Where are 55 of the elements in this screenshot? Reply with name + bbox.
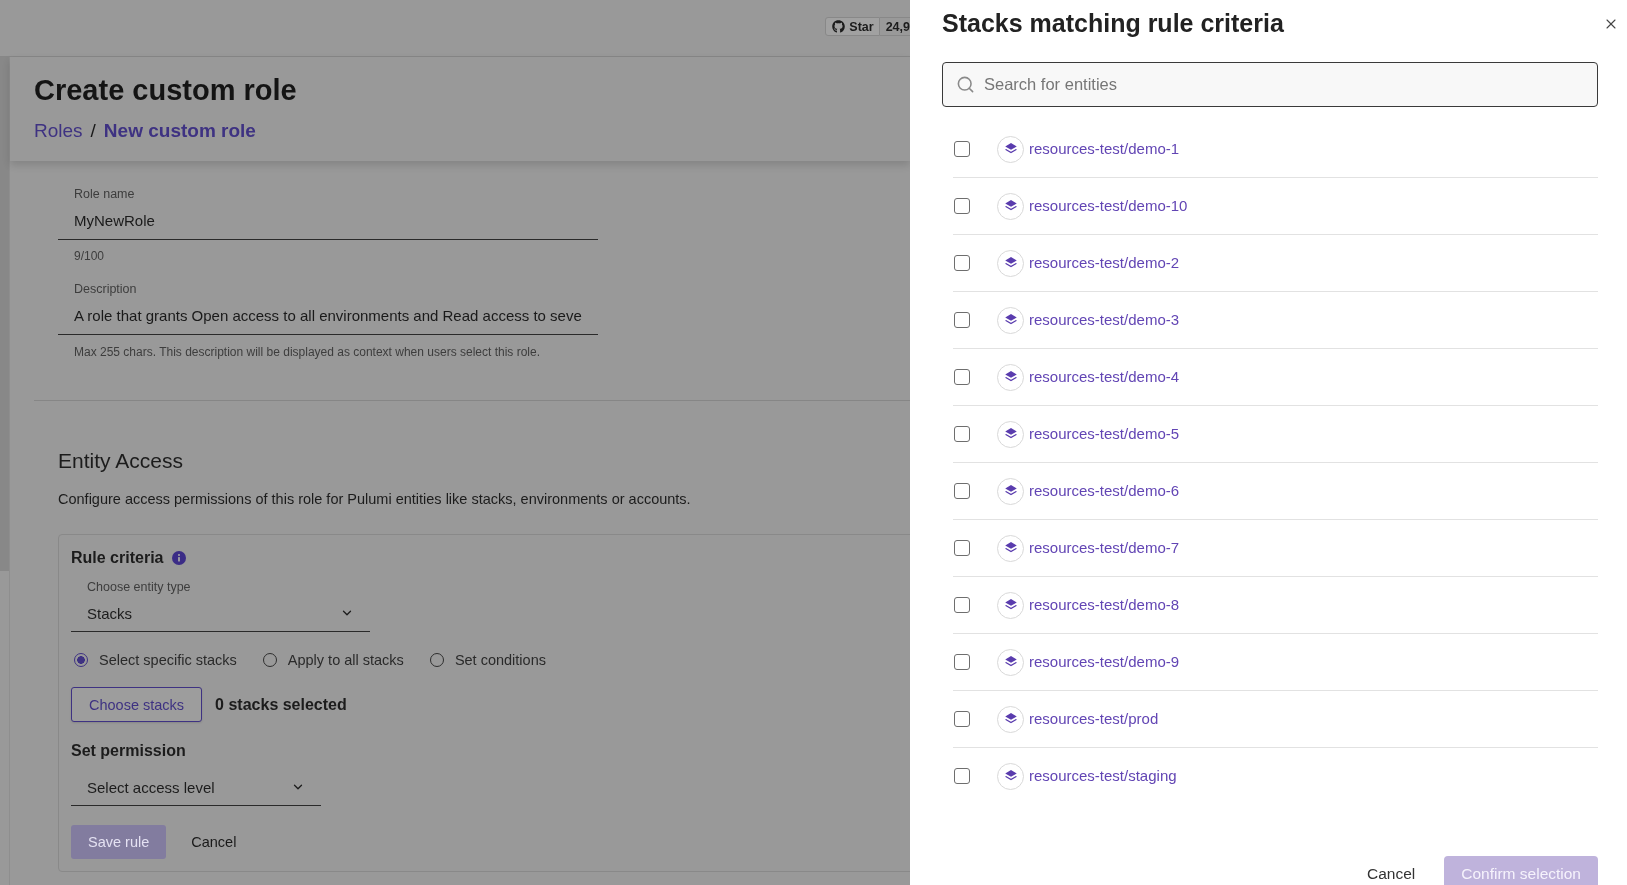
checkbox[interactable] [954, 426, 970, 442]
checkbox[interactable] [954, 654, 970, 670]
stack-link[interactable]: resources-test/demo-1 [1029, 139, 1180, 159]
section-description: Configure access permissions of this role for Pulumi entities like stacks, environments or accounts. [58, 490, 691, 509]
helper-text: Max 255 chars. This description will be displayed as context when users select this role. [73, 344, 540, 360]
stack-link[interactable]: resources-test/demo-4 [1029, 367, 1180, 387]
breadcrumb-link[interactable]: Roles [34, 119, 83, 143]
cancel-button[interactable]: Cancel [181, 825, 247, 859]
checkbox[interactable] [954, 768, 970, 784]
checkbox[interactable] [954, 312, 970, 328]
drawer-title: Stacks matching rule criteria [942, 8, 1284, 38]
search-field[interactable]: Search for entities [942, 62, 1598, 107]
checkbox[interactable] [954, 141, 970, 157]
info-icon [172, 551, 187, 565]
cancel-button[interactable]: Cancel [1359, 856, 1424, 885]
field-label: Role name [73, 186, 135, 202]
breadcrumb-current[interactable]: New custom role [103, 119, 256, 143]
character-counter: 9/100 [73, 248, 105, 264]
field-label: Choose entity type [86, 579, 191, 595]
radio-option[interactable]: Set conditions [429, 650, 546, 670]
github-icon [832, 20, 846, 33]
scrollbar-thumb[interactable] [0, 57, 9, 571]
role-name-field[interactable]: MyNewRole [58, 202, 598, 240]
stack-link[interactable]: resources-test/demo-7 [1029, 538, 1180, 558]
section-heading: Entity Access [58, 448, 183, 474]
stack-link[interactable]: resources-test/demo-6 [1029, 481, 1180, 501]
access-level-select[interactable]: Select access level [71, 769, 321, 806]
checkbox[interactable] [954, 198, 970, 214]
checkbox[interactable] [954, 369, 970, 385]
description-field[interactable]: A role that grants Open access to all environments and Read access to seve [58, 297, 598, 335]
entity-type-select[interactable]: Stacks [71, 595, 370, 632]
stack-link[interactable]: resources-test/staging [1029, 766, 1177, 786]
checkbox[interactable] [954, 711, 970, 727]
subheading: Set permission [71, 741, 186, 761]
card-title: Rule criteria [71, 548, 164, 568]
checkbox[interactable] [954, 540, 970, 556]
selection-count: 0 stacks selected [215, 694, 347, 715]
stack-link[interactable]: resources-test/demo-2 [1029, 253, 1180, 273]
page-title: Create custom role [34, 73, 297, 108]
checkbox[interactable] [954, 483, 970, 499]
breadcrumb-separator: / [90, 119, 96, 143]
checkbox[interactable] [954, 255, 970, 271]
stack-link[interactable]: resources-test/demo-8 [1029, 595, 1180, 615]
stack-link[interactable]: resources-test/demo-5 [1029, 424, 1180, 444]
stack-link[interactable]: resources-test/demo-10 [1029, 196, 1188, 216]
choose-stacks-button[interactable]: Choose stacks [71, 687, 203, 722]
radio-option[interactable]: Select specific stacks [74, 650, 237, 670]
radio-option[interactable]: Apply to all stacks [262, 650, 404, 670]
checkbox[interactable] [954, 597, 970, 613]
stack-link[interactable]: resources-test/demo-3 [1029, 310, 1180, 330]
stack-link[interactable]: resources-test/demo-9 [1029, 652, 1180, 672]
stack-link[interactable]: resources-test/prod [1029, 709, 1159, 729]
github-star-button[interactable]: Star [825, 17, 880, 36]
search-icon [956, 75, 975, 94]
field-label: Description [73, 281, 137, 297]
